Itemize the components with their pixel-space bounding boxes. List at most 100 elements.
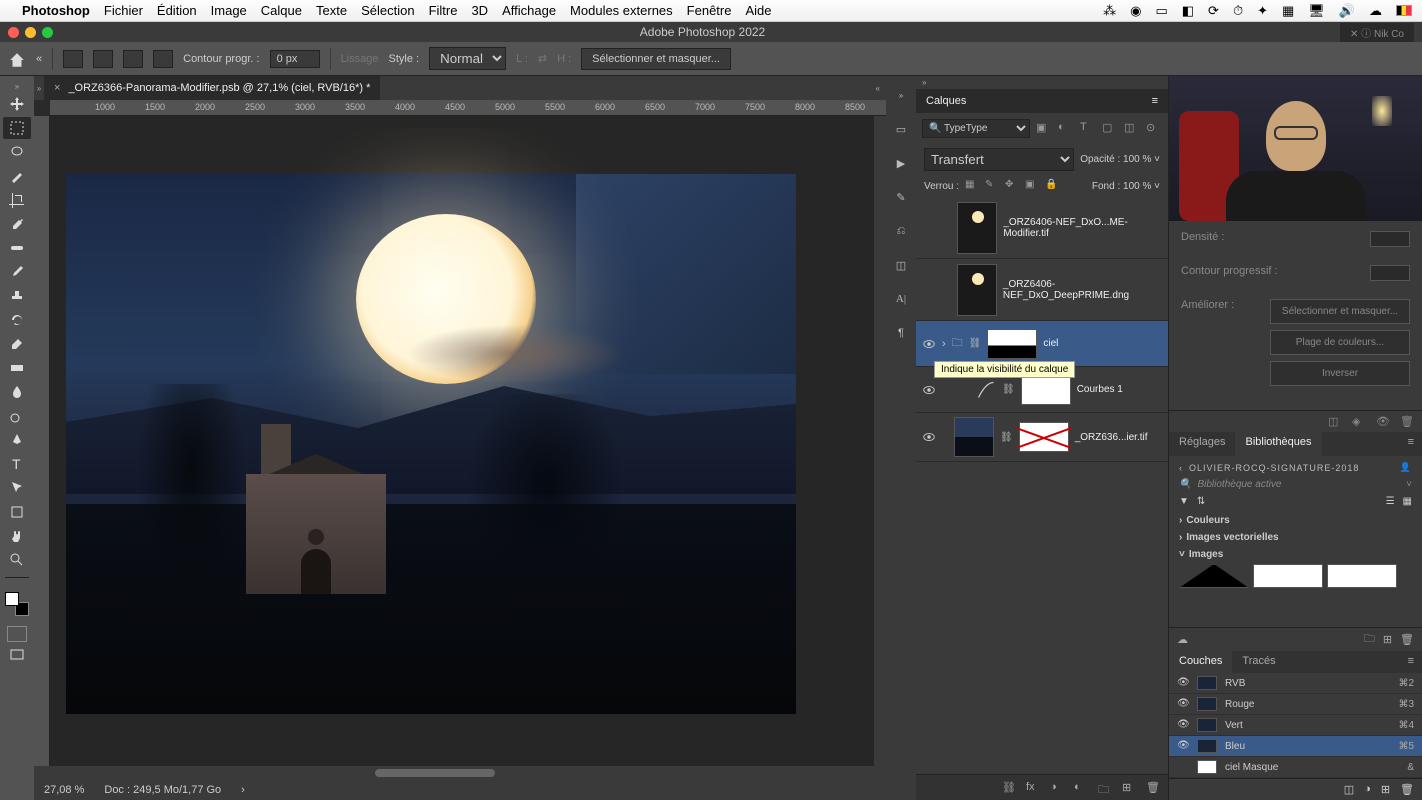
- expand-icon[interactable]: ›: [1179, 532, 1182, 543]
- menu-text[interactable]: Texte: [316, 3, 347, 18]
- curves-icon[interactable]: [976, 380, 996, 400]
- collapse-icon[interactable]: «: [876, 84, 886, 93]
- filter-pixel-icon[interactable]: ▣: [1036, 121, 1052, 137]
- add-mask-icon[interactable]: ◑: [1050, 781, 1064, 795]
- scrollbar-vertical[interactable]: [874, 116, 886, 766]
- visibility-icon[interactable]: [1177, 761, 1189, 773]
- gradient-tool[interactable]: [3, 357, 31, 379]
- color-range-button[interactable]: Plage de couleurs...: [1270, 330, 1410, 355]
- lock-artboard-icon[interactable]: ▣: [1025, 179, 1039, 193]
- flag-icon[interactable]: [1396, 5, 1412, 16]
- channel-row[interactable]: 👁 Bleu⌘5: [1169, 736, 1422, 757]
- sort-icon[interactable]: ⇅: [1197, 496, 1205, 507]
- document-tab[interactable]: × _ORZ6366-Panorama-Modifier.psb @ 27,1%…: [44, 76, 380, 100]
- feather-input[interactable]: [1370, 265, 1410, 281]
- back-icon[interactable]: ‹: [1179, 463, 1183, 473]
- close-tab-icon[interactable]: ×: [54, 82, 60, 94]
- delete-mask-icon[interactable]: 🗑: [1400, 415, 1414, 429]
- menu-file[interactable]: Fichier: [104, 3, 143, 18]
- style-select[interactable]: Normal: [429, 47, 506, 70]
- visibility-toggle[interactable]: [922, 221, 936, 235]
- filter-adjust-icon[interactable]: ◐: [1058, 121, 1074, 137]
- search-dropdown[interactable]: ˅: [1406, 479, 1412, 490]
- search-placeholder[interactable]: Bibliothèque active: [1197, 479, 1281, 490]
- info-panel-icon[interactable]: ◫: [892, 256, 910, 274]
- menu-selection[interactable]: Sélection: [361, 3, 414, 18]
- tab-paths[interactable]: Tracés: [1232, 651, 1285, 673]
- layer-thumbnail[interactable]: [957, 264, 997, 316]
- library-item[interactable]: [1253, 564, 1323, 588]
- layer-mask-thumbnail[interactable]: [987, 329, 1037, 359]
- menu-window[interactable]: Fenêtre: [687, 3, 732, 18]
- list-view-icon[interactable]: ☰: [1386, 496, 1395, 507]
- feather-input[interactable]: 0 px: [270, 50, 320, 68]
- pen-tool[interactable]: [3, 429, 31, 451]
- tab-channels[interactable]: Couches: [1169, 651, 1232, 673]
- healing-tool[interactable]: [3, 237, 31, 259]
- layer-thumbnail[interactable]: [957, 202, 997, 254]
- hand-tool[interactable]: [3, 525, 31, 547]
- tab-adjustments[interactable]: Réglages: [1169, 432, 1235, 456]
- visibility-toggle[interactable]: [922, 337, 936, 351]
- minimize-window[interactable]: [25, 27, 36, 38]
- brush-tool[interactable]: [3, 261, 31, 283]
- menu-help[interactable]: Aide: [745, 3, 771, 18]
- toggle-mask-icon[interactable]: 👁: [1376, 415, 1390, 429]
- clone-panel-icon[interactable]: ⎌: [892, 222, 910, 240]
- screen-mode[interactable]: [3, 644, 31, 666]
- library-item[interactable]: [1327, 564, 1397, 588]
- status-expand-icon[interactable]: ›: [241, 784, 245, 796]
- wand-tool[interactable]: [3, 165, 31, 187]
- menu-3d[interactable]: 3D: [471, 3, 488, 18]
- library-add-folder-icon[interactable]: 🗀: [1364, 630, 1375, 649]
- layer-mask-thumbnail[interactable]: [1019, 422, 1069, 452]
- lock-transparent-icon[interactable]: ▦: [965, 179, 979, 193]
- lock-position-icon[interactable]: ✥: [1005, 179, 1019, 193]
- eraser-tool[interactable]: [3, 333, 31, 355]
- eyedropper-tool[interactable]: [3, 213, 31, 235]
- opacity-value[interactable]: 100 %: [1123, 154, 1151, 165]
- quick-mask-toggle[interactable]: [7, 626, 27, 642]
- dodge-tool[interactable]: [3, 405, 31, 427]
- filter-toggle[interactable]: ⊙: [1146, 121, 1162, 137]
- shape-tool[interactable]: [3, 501, 31, 523]
- layer-row[interactable]: ⛓ _ORZ636...ier.tif: [916, 413, 1168, 462]
- invert-button[interactable]: Inverser: [1270, 361, 1410, 386]
- swap-wh-icon[interactable]: ⇄: [538, 52, 547, 65]
- home-icon[interactable]: [8, 51, 26, 67]
- delete-layer-icon[interactable]: 🗑: [1146, 781, 1160, 795]
- status-icon[interactable]: ✦: [1257, 3, 1268, 19]
- status-icon[interactable]: ▭: [1155, 3, 1167, 19]
- library-breadcrumb[interactable]: OLIVIER-ROCQ-SIGNATURE-2018: [1189, 463, 1359, 473]
- doc-size[interactable]: Doc : 249,5 Mo/1,77 Go: [104, 784, 221, 796]
- selection-intersect[interactable]: [153, 50, 173, 68]
- menu-view[interactable]: Affichage: [502, 3, 556, 18]
- menu-plugins[interactable]: Modules externes: [570, 3, 673, 18]
- fill-dropdown[interactable]: ˅: [1154, 181, 1160, 192]
- ruler-vertical[interactable]: [34, 116, 50, 766]
- filter-smart-icon[interactable]: ◫: [1124, 121, 1140, 137]
- filter-icon[interactable]: ▼: [1179, 496, 1189, 507]
- menu-edit[interactable]: Édition: [157, 3, 197, 18]
- visibility-icon[interactable]: 👁: [1177, 677, 1189, 689]
- collapse-icon[interactable]: ˅: [1179, 549, 1185, 560]
- select-and-mask-button[interactable]: Sélectionner et masquer...: [581, 48, 731, 70]
- expand-group-icon[interactable]: ›: [942, 338, 946, 350]
- cloud-sync-icon[interactable]: ☁: [1177, 633, 1188, 646]
- visibility-icon[interactable]: 👁: [1177, 698, 1189, 710]
- search-icon[interactable]: 🔍: [1179, 479, 1191, 490]
- status-icon[interactable]: ▦: [1282, 3, 1294, 19]
- status-icon[interactable]: ◧: [1182, 3, 1194, 19]
- visibility-icon[interactable]: 👁: [1177, 719, 1189, 731]
- canvas[interactable]: [50, 116, 886, 766]
- status-icon[interactable]: ☁: [1369, 3, 1382, 19]
- zoom-value[interactable]: 27,08 %: [44, 784, 84, 796]
- fill-value[interactable]: 100 %: [1123, 181, 1151, 192]
- move-tool[interactable]: [3, 93, 31, 115]
- tab-libraries[interactable]: Bibliothèques: [1235, 432, 1321, 456]
- status-icon[interactable]: ⟳: [1208, 3, 1219, 19]
- visibility-toggle[interactable]: [922, 283, 936, 297]
- ruler-horizontal[interactable]: 1000 1500 2000 2500 3000 3500 4000 4500 …: [50, 100, 886, 116]
- layer-mask-thumbnail[interactable]: [1021, 375, 1071, 405]
- filter-kind-select[interactable]: 🔍 TypeType: [922, 119, 1030, 138]
